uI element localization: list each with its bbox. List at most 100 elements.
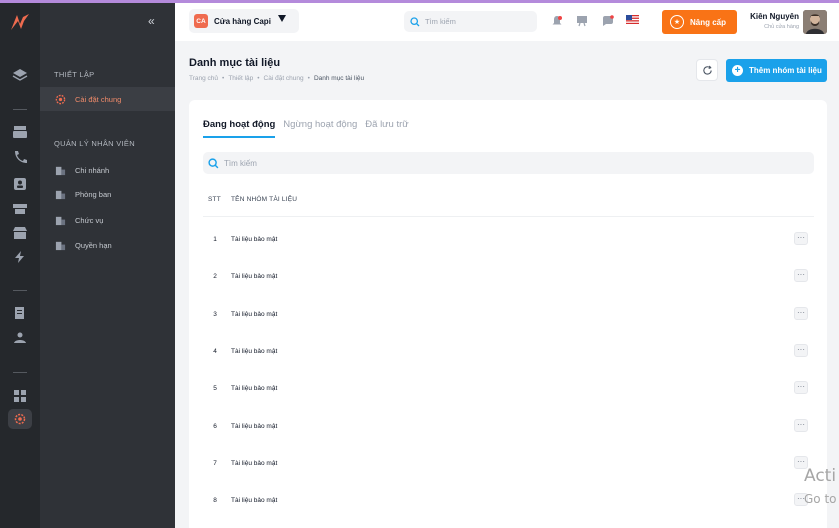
status-tabs: Đang hoạt động Ngừng hoạt động Đã lưu tr… (203, 119, 417, 138)
more-options-button[interactable]: ··· (794, 269, 808, 282)
table-row[interactable]: 2 Tài liệu bảo mật ··· (203, 267, 814, 287)
store-name: Cửa hàng Capi (214, 16, 271, 26)
section-title-setup: THIẾT LẬP (54, 70, 95, 79)
more-options-button[interactable]: ··· (794, 419, 808, 432)
more-options-button[interactable]: ··· (794, 381, 808, 394)
plus-icon: + (732, 65, 743, 76)
row-stt: 2 (213, 273, 217, 280)
row-stt: 5 (213, 385, 217, 392)
collapse-sidebar-icon[interactable]: « (148, 14, 155, 28)
building-icon (55, 215, 66, 226)
sidebar-item-general-settings[interactable]: Cài đặt chung (40, 87, 175, 111)
caret-down-icon (278, 15, 286, 22)
delivery-icon[interactable] (12, 202, 28, 216)
avatar[interactable] (803, 10, 827, 34)
tab-inactive[interactable]: Ngừng hoạt động (283, 119, 357, 138)
lightning-icon[interactable] (12, 250, 28, 264)
sidebar-item-label: Quyền hạn (75, 240, 112, 250)
tab-active[interactable]: Đang hoạt động (203, 119, 276, 138)
table-row[interactable]: 7 Tài liệu bảo mật ··· (203, 454, 814, 474)
section-title-staff: QUẢN LÝ NHÂN VIÊN (54, 139, 135, 148)
user-card-icon[interactable] (12, 177, 28, 191)
user-info[interactable]: Kiên Nguyên Chủ cửa hàng (750, 12, 799, 30)
tab-archived[interactable]: Đã lưu trữ (365, 119, 408, 138)
table-row[interactable]: 6 Tài liệu bảo mật ··· (203, 417, 814, 437)
table-row[interactable]: 8 Tài liệu bảo mật ··· (203, 491, 814, 511)
settings-gear-icon (14, 413, 26, 425)
us-flag-icon[interactable] (626, 15, 639, 24)
store-icon[interactable] (12, 226, 28, 240)
store-badge: CA (194, 14, 208, 28)
sidebar-item-label: Cài đặt chung (75, 94, 122, 104)
breadcrumb-link[interactable]: Thiết lập (228, 75, 253, 82)
building-icon (55, 189, 66, 200)
row-name: Tài liệu bảo mật (231, 311, 278, 318)
grid-apps-icon[interactable] (12, 389, 28, 403)
table-row[interactable]: 4 Tài liệu bảo mật ··· (203, 342, 814, 362)
sidebar-item-departments[interactable]: Phòng ban (40, 182, 175, 206)
building-icon (55, 240, 66, 251)
sidebar-item-label: Chi nhánh (75, 165, 110, 175)
user-name: Kiên Nguyên (750, 12, 799, 21)
team-icon[interactable] (12, 331, 28, 345)
icon-rail (0, 3, 40, 528)
row-name: Tài liệu bảo mật (231, 460, 278, 467)
rail-item-settings[interactable] (8, 409, 32, 429)
presentation-icon[interactable] (576, 15, 588, 27)
page-title: Danh mục tài liệu (189, 57, 281, 69)
breadcrumb: Trang chủ • Thiết lập • Cài đặt chung • Danh m… (189, 75, 364, 82)
row-name: Tài liệu bảo mật (231, 236, 278, 243)
row-name: Tài liệu bảo mật (231, 385, 278, 392)
breadcrumb-link[interactable]: Trang chủ (189, 75, 218, 82)
settings-gear-icon (55, 94, 66, 105)
user-role: Chủ cửa hàng (764, 24, 799, 30)
breadcrumb-separator: • (307, 75, 310, 82)
sidebar-item-positions[interactable]: Chức vụ (40, 208, 175, 232)
more-options-button[interactable]: ··· (794, 344, 808, 357)
sidebar-item-branches[interactable]: Chi nhánh (40, 158, 175, 182)
add-document-group-button[interactable]: + Thêm nhóm tài liệu (726, 59, 827, 82)
upgrade-label: Nâng cấp (690, 17, 727, 27)
search-icon (208, 157, 219, 168)
phone-icon[interactable] (12, 150, 28, 164)
star-icon: ★ (670, 15, 684, 29)
activation-watermark-subtitle: Go to (804, 492, 837, 506)
row-stt: 7 (213, 460, 217, 467)
breadcrumb-link[interactable]: Cài đặt chung (264, 75, 304, 82)
layers-icon[interactable] (12, 68, 28, 82)
bell-icon[interactable] (551, 15, 563, 27)
table-search-input[interactable]: Tìm kiếm (203, 152, 814, 174)
document-icon[interactable] (12, 306, 28, 320)
settings-sidebar: « THIẾT LẬP Cài đặt chung QUẢN LÝ NHÂN V… (40, 3, 175, 528)
row-name: Tài liệu bảo mật (231, 348, 278, 355)
upgrade-button[interactable]: ★ Nâng cấp (662, 10, 737, 34)
row-stt: 3 (213, 311, 217, 318)
document-category-card: Đang hoạt động Ngừng hoạt động Đã lưu tr… (189, 100, 827, 528)
row-name: Tài liệu bảo mật (231, 497, 278, 504)
row-name: Tài liệu bảo mật (231, 423, 278, 430)
table-row[interactable]: 1 Tài liệu bảo mật ··· (203, 230, 814, 250)
more-options-button[interactable]: ··· (794, 307, 808, 320)
building-icon (55, 165, 66, 176)
row-stt: 4 (213, 348, 217, 355)
search-placeholder: Tìm kiếm (425, 17, 456, 26)
rail-divider (13, 290, 27, 291)
row-name: Tài liệu bảo mật (231, 273, 278, 280)
chat-icon[interactable] (602, 15, 614, 27)
refresh-icon (702, 65, 712, 75)
table-row[interactable]: 5 Tài liệu bảo mật ··· (203, 379, 814, 399)
breadcrumb-current: Danh mục tài liệu (313, 75, 365, 82)
more-options-button[interactable]: ··· (794, 232, 808, 245)
header-divider (203, 216, 814, 217)
search-icon (410, 16, 420, 26)
sidebar-item-permissions[interactable]: Quyền hạn (40, 233, 175, 257)
search-placeholder: Tìm kiếm (224, 158, 257, 168)
sidebar-item-label: Chức vụ (75, 215, 104, 225)
add-button-label: Thêm nhóm tài liệu (749, 66, 822, 75)
global-search-input[interactable]: Tìm kiếm (404, 11, 537, 32)
pos-register-icon[interactable] (12, 125, 28, 139)
app-logo-icon[interactable] (9, 11, 31, 33)
refresh-button[interactable] (696, 59, 718, 81)
store-selector[interactable]: CA Cửa hàng Capi (189, 9, 299, 33)
table-row[interactable]: 3 Tài liệu bảo mật ··· (203, 305, 814, 325)
